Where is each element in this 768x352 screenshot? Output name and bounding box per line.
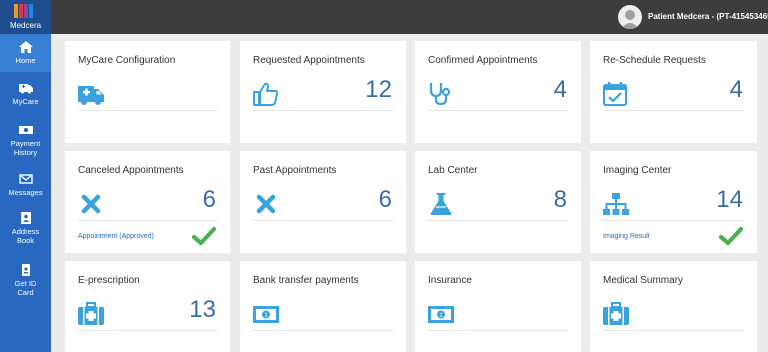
card-count: 4	[553, 76, 567, 103]
card-divider	[253, 220, 393, 221]
card-mycare-configuration[interactable]: MyCare Configuration	[65, 41, 230, 143]
card-title: Insurance	[428, 275, 472, 286]
card-divider	[428, 110, 568, 111]
card-title: Medical Summary	[603, 275, 684, 286]
card-divider	[603, 110, 744, 111]
card-divider	[428, 220, 568, 221]
avatar[interactable]	[618, 5, 642, 29]
card-medical-summary[interactable]: Medical Summary	[590, 261, 757, 352]
close-icon	[256, 194, 276, 214]
sidebar-item-label-line-1: Address	[11, 227, 40, 236]
card-divider	[78, 110, 217, 111]
sidebar-item-label: Messages	[8, 188, 43, 197]
card-title: Bank transfer payments	[253, 275, 359, 286]
card-bank-transfer-payments[interactable]: Bank transfer payments 1	[240, 261, 406, 352]
card-divider	[253, 330, 393, 331]
card-count: 8	[553, 186, 567, 213]
thumbs-up-icon	[253, 82, 279, 106]
card-canceled-appointments[interactable]: Canceled Appointments 6 Appointment (App…	[65, 151, 230, 253]
money-icon: 1	[253, 306, 279, 323]
medcera-logo-icon	[14, 4, 33, 18]
calendar-check-icon	[603, 82, 627, 106]
stethoscope-icon	[429, 83, 451, 106]
logo[interactable]: Medcera	[0, 0, 51, 34]
envelope-icon	[18, 174, 33, 184]
card-reschedule-requests[interactable]: Re-Schedule Requests 4	[590, 41, 757, 143]
home-icon	[18, 41, 33, 53]
imaging-result-link[interactable]: Imaging Result	[603, 233, 650, 240]
checkmark-icon	[192, 226, 216, 246]
user-icon	[621, 10, 639, 29]
sidebar-item-messages[interactable]: Messages	[0, 170, 51, 200]
ambulance-icon	[18, 84, 33, 94]
card-count: 12	[365, 76, 392, 103]
sidebar-item-label-line-1: Get ID	[14, 279, 37, 288]
card-divider	[428, 330, 568, 331]
sidebar-item-mycare[interactable]: MyCare	[0, 78, 51, 114]
card-count: 14	[716, 186, 743, 213]
sidebar-item-label: Home	[15, 56, 36, 65]
top-bar: Patient Medcera - (PT-415453465)	[51, 0, 768, 34]
card-title: MyCare Configuration	[78, 55, 176, 66]
sidebar-item-label: MyCare	[12, 97, 39, 106]
sidebar: Medcera Home MyCare Payment History Mess…	[0, 0, 51, 352]
card-title: Imaging Center	[603, 165, 672, 176]
sitemap-icon	[603, 193, 629, 215]
card-title: E-prescription	[78, 275, 140, 286]
card-past-appointments[interactable]: Past Appointments 6	[240, 151, 406, 253]
flask-icon	[430, 193, 452, 215]
card-count: 13	[189, 296, 216, 323]
card-title: Past Appointments	[253, 165, 337, 176]
card-count: 6	[378, 186, 392, 213]
medkit-icon	[78, 302, 104, 325]
card-divider	[603, 330, 744, 331]
sidebar-item-get-id-card[interactable]: Get ID Card	[0, 260, 51, 302]
card-insurance[interactable]: Insurance 1	[415, 261, 581, 352]
medkit-icon	[603, 302, 629, 325]
sidebar-item-label-line-1: Payment	[10, 139, 41, 148]
card-title: Lab Center	[428, 165, 478, 176]
ambulance-icon	[78, 86, 104, 105]
sidebar-item-label-line-2: Card	[17, 288, 34, 297]
address-book-icon	[20, 212, 31, 224]
sidebar-item-payment-history[interactable]: Payment History	[0, 120, 51, 160]
card-divider	[78, 330, 217, 331]
card-title: Requested Appointments	[253, 55, 365, 66]
card-divider	[603, 220, 744, 221]
money-icon	[18, 126, 33, 134]
id-card-icon	[21, 264, 30, 276]
checkmark-icon	[719, 226, 743, 246]
card-title: Confirmed Appointments	[428, 55, 538, 66]
card-imaging-center[interactable]: Imaging Center 14 Imaging Result	[590, 151, 757, 253]
sidebar-item-home[interactable]: Home	[0, 34, 51, 72]
card-count: 6	[202, 186, 216, 213]
appointment-approved-link[interactable]: Appointment (Approved)	[78, 233, 154, 240]
logo-text: Medcera	[9, 21, 42, 30]
card-count: 4	[729, 76, 743, 103]
close-icon	[81, 194, 101, 214]
sidebar-item-address-book[interactable]: Address Book	[0, 208, 51, 250]
card-title: Re-Schedule Requests	[603, 55, 706, 66]
card-divider	[78, 220, 217, 221]
sidebar-item-label-line-2: Book	[16, 236, 35, 245]
card-e-prescription[interactable]: E-prescription 13	[65, 261, 230, 352]
sidebar-item-label-line-2: History	[13, 148, 38, 157]
card-title: Canceled Appointments	[78, 165, 184, 176]
card-requested-appointments[interactable]: Requested Appointments 12	[240, 41, 406, 143]
card-confirmed-appointments[interactable]: Confirmed Appointments 4	[415, 41, 581, 143]
money-icon: 1	[428, 306, 454, 323]
user-name[interactable]: Patient Medcera - (PT-415453465)	[648, 12, 768, 21]
card-divider	[253, 110, 393, 111]
card-lab-center[interactable]: Lab Center 8	[415, 151, 581, 253]
